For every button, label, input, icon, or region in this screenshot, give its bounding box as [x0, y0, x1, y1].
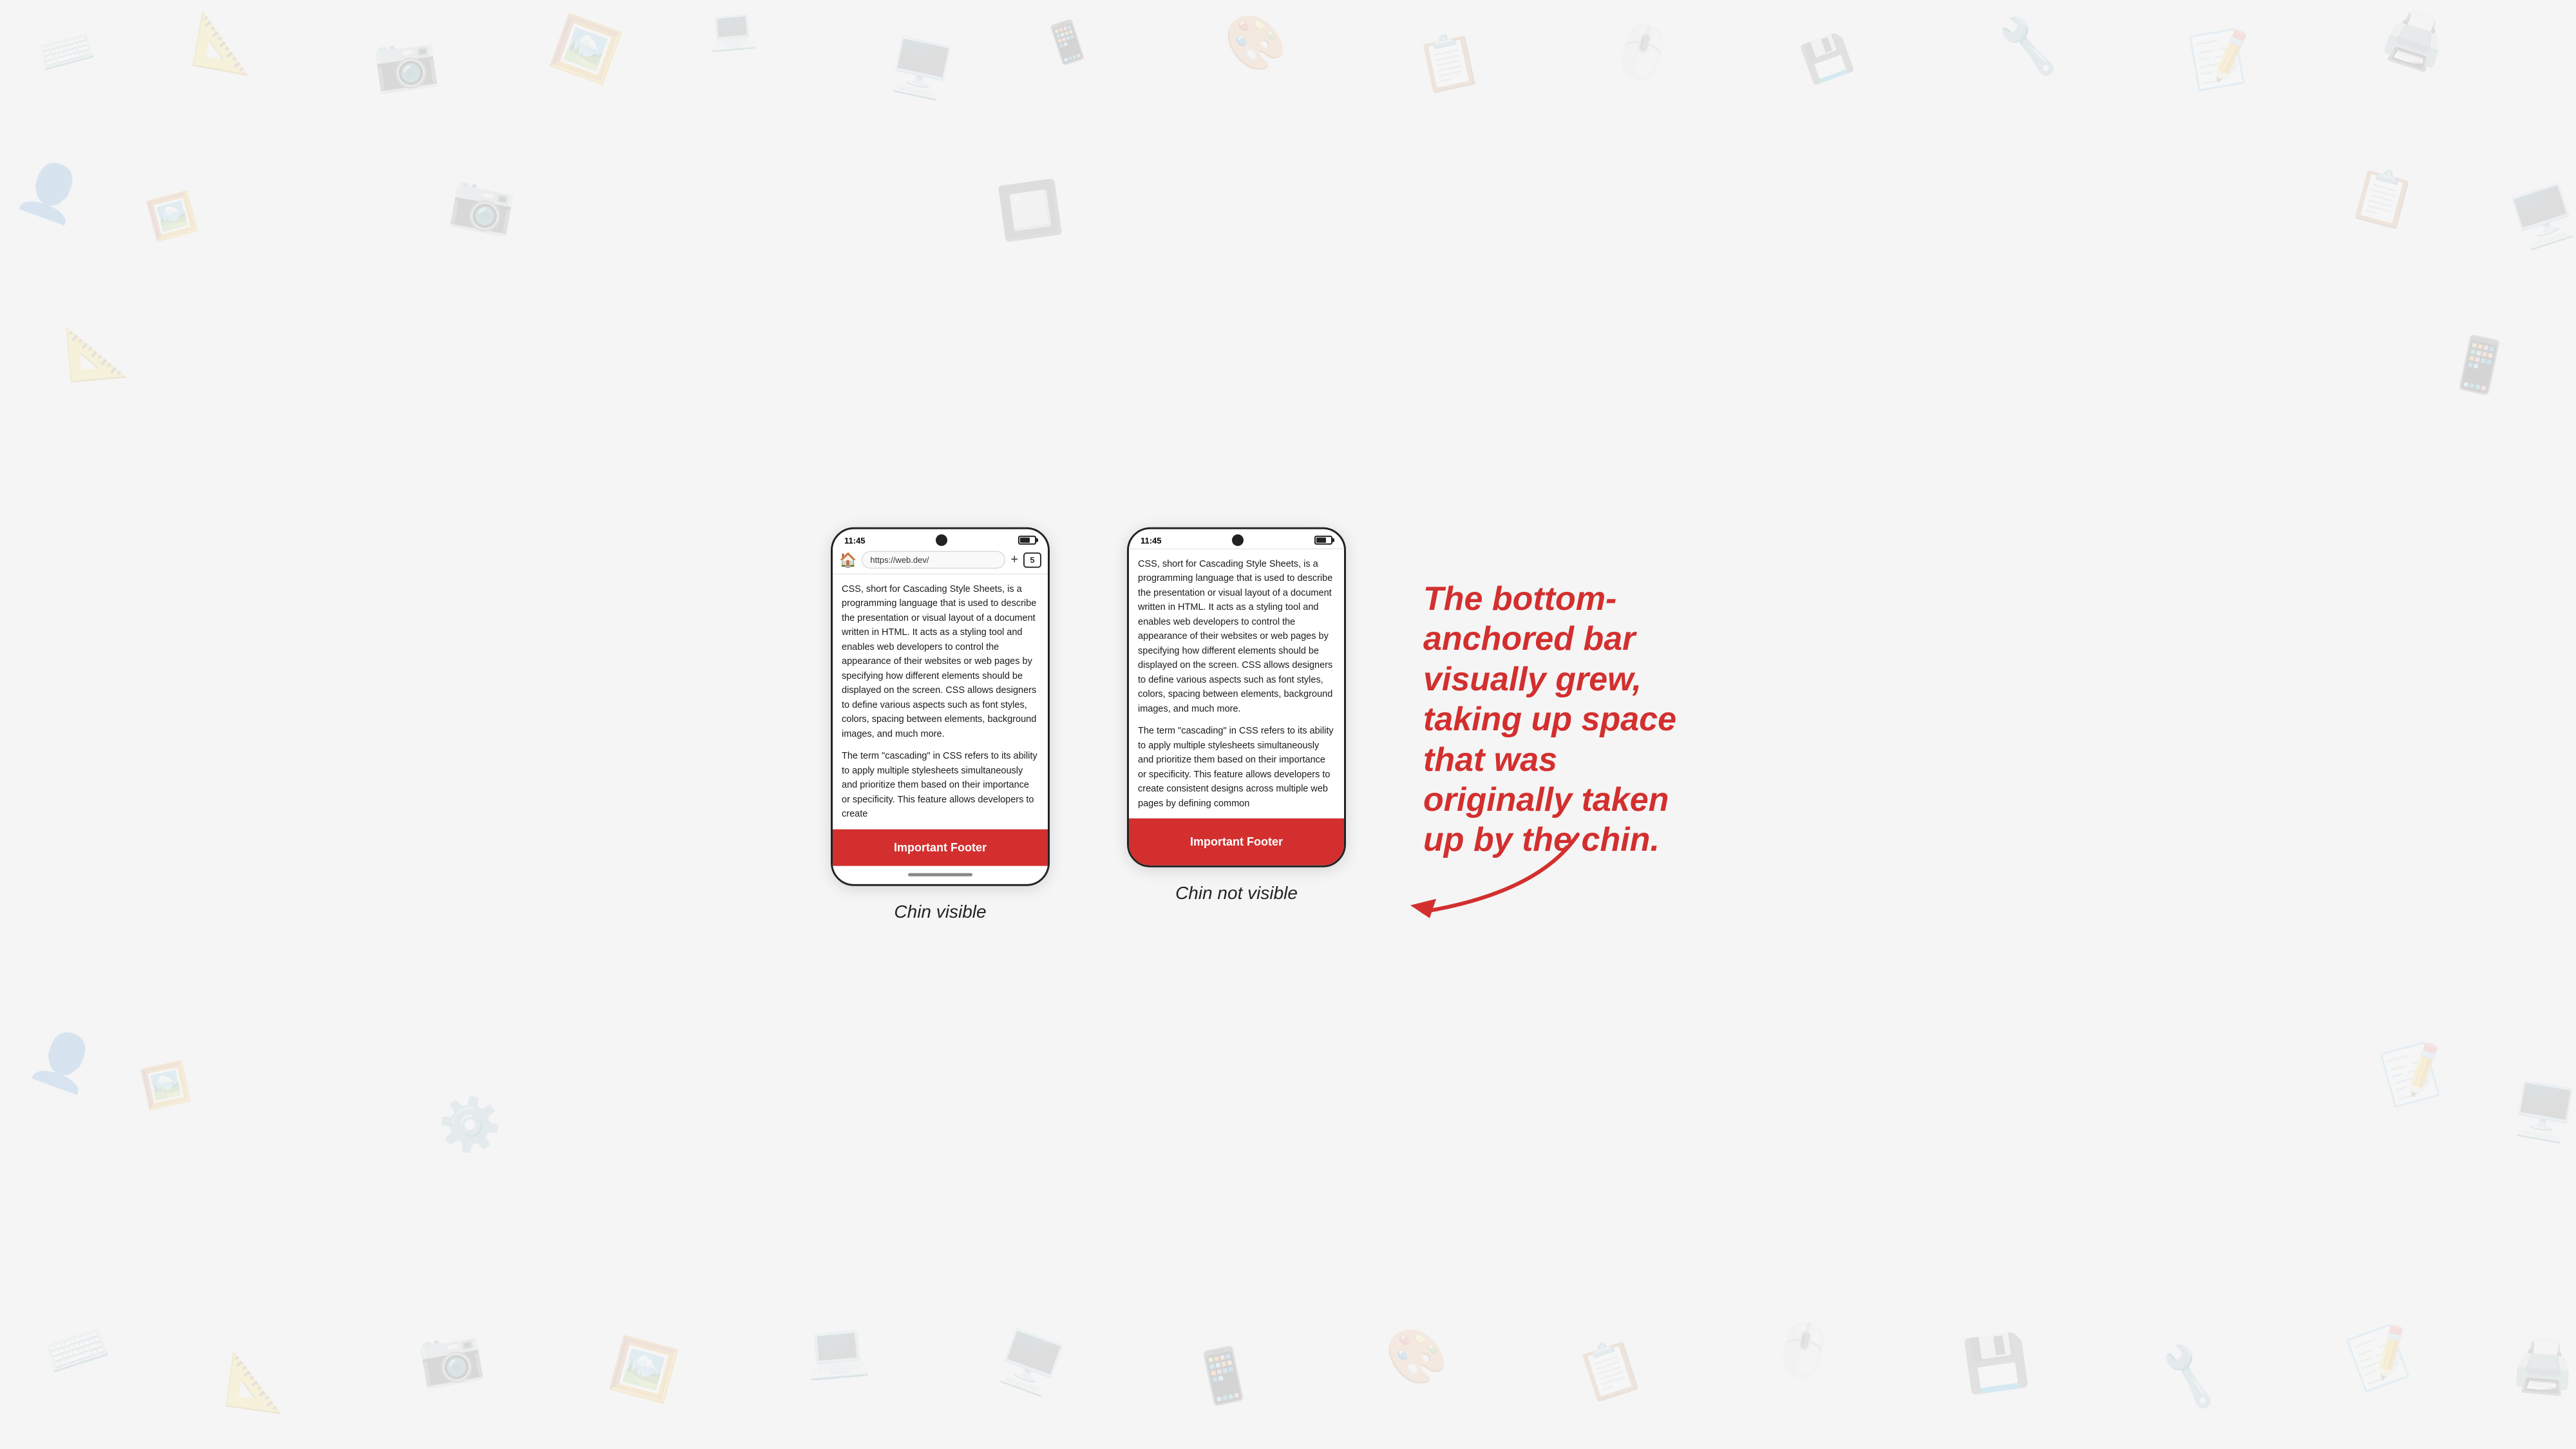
phone2-paragraph-1: CSS, short for Cascading Style Sheets, i… [1138, 557, 1335, 716]
bg-icon-18: 🔲 [994, 176, 1066, 245]
bg-icon-16: 🖼️ [143, 188, 202, 245]
phone1-url-text: https://web.dev/ [870, 555, 929, 565]
bg-icon-26: 📝 [2376, 1036, 2454, 1112]
phone1-tab-count[interactable]: 5 [1023, 552, 1041, 567]
bg-icon-3: 📷 [370, 28, 442, 97]
bg-icon-11: 💾 [1797, 28, 1857, 88]
bg-icon-14: 🖨️ [2375, 1, 2455, 79]
bg-icon-29: 📐 [222, 1349, 294, 1417]
bg-icon-1: ⌨️ [33, 19, 100, 85]
phone1-paragraph-2: The term "cascading" in CSS refers to it… [842, 749, 1039, 821]
phone2-content: CSS, short for Cascading Style Sheets, i… [1129, 549, 1344, 819]
bg-icon-23: 👤 [24, 1021, 105, 1100]
bg-icon-10: 🖱️ [1604, 15, 1681, 91]
bg-icon-2: 📐 [189, 8, 262, 79]
bg-icon-22: 📱 [2441, 329, 2517, 402]
annotation-text: The bottom- anchored bar visually grew, … [1423, 579, 1676, 860]
phone2-status-bar: 11:45 [1129, 529, 1344, 549]
annotation-line6: originally taken [1423, 781, 1669, 819]
bg-icon-8: 🎨 [1220, 9, 1292, 78]
bg-icon-7: 📱 [1037, 13, 1097, 71]
phone1-home-icon[interactable]: 🏠 [839, 551, 857, 568]
phone2-time: 11:45 [1141, 535, 1162, 545]
phone1-battery-icon [1018, 536, 1036, 545]
phone1-add-tab-icon[interactable]: + [1010, 553, 1018, 567]
bg-icon-4: 🖼️ [545, 10, 627, 89]
phone2-camera [1232, 535, 1244, 546]
annotation-area: The bottom- anchored bar visually grew, … [1423, 579, 1745, 860]
bg-icon-12: 🔧 [1994, 14, 2063, 79]
bg-icon-36: 📋 [1570, 1331, 1650, 1408]
bg-icon-28: ⌨️ [37, 1312, 117, 1389]
annotation-line5: that was [1423, 741, 1557, 778]
bg-icon-20: 🖥️ [2504, 178, 2576, 256]
phone1-label: Chin visible [894, 901, 986, 922]
phone2-label: Chin not visible [1175, 883, 1298, 904]
phone1-battery [1018, 536, 1036, 545]
bg-icon-5: 💻 [706, 5, 759, 54]
phone1-status-bar: 11:45 [833, 529, 1048, 549]
phone1-address-bar-row[interactable]: 🏠 https://web.dev/ + 5 [833, 549, 1048, 574]
bg-icon-30: 📷 [414, 1321, 488, 1392]
bg-icon-37: 🖱️ [1765, 1314, 1841, 1387]
bg-icon-41: 🖨️ [2509, 1334, 2576, 1399]
phone1-footer[interactable]: Important Footer [833, 829, 1048, 866]
annotation-line2: anchored bar [1423, 620, 1635, 658]
bg-icon-35: 🎨 [1381, 1323, 1452, 1390]
bg-icon-25: ⚙️ [434, 1091, 506, 1160]
main-content: 11:45 🏠 https://web.dev/ + 5 [831, 527, 1745, 922]
bg-icon-17: 📷 [446, 169, 520, 240]
bg-icon-13: 📝 [2185, 24, 2259, 95]
bg-icon-6: 🖥️ [883, 33, 958, 106]
phone1-battery-fill [1020, 538, 1030, 543]
phone1-wrapper: 11:45 🏠 https://web.dev/ + 5 [831, 527, 1050, 922]
bg-icon-31: 🖼️ [605, 1332, 683, 1408]
phone1-mockup: 11:45 🏠 https://web.dev/ + 5 [831, 527, 1050, 886]
bg-icon-27: 🖥️ [2507, 1077, 2576, 1148]
bg-icon-38: 💾 [1960, 1329, 2032, 1398]
annotation-line1: The bottom- [1423, 580, 1616, 618]
phone2-wrapper: 11:45 CSS, short for Cascading Style She… [1127, 527, 1346, 904]
phone1-chin [833, 866, 1048, 884]
bg-icon-34: 📱 [1186, 1340, 1261, 1413]
phone2-footer[interactable]: Important Footer [1129, 819, 1344, 866]
phone2-paragraph-2: The term "cascading" in CSS refers to it… [1138, 724, 1335, 811]
annotation-line3: visually grew, [1423, 661, 1642, 698]
phone1-url-bar[interactable]: https://web.dev/ [862, 551, 1005, 569]
phone2-battery-icon [1314, 536, 1332, 545]
phone2-mockup: 11:45 CSS, short for Cascading Style She… [1127, 527, 1346, 867]
bg-icon-40: 📝 [2342, 1318, 2423, 1396]
bg-icon-24: 🖼️ [137, 1058, 194, 1113]
phone2-battery-fill [1316, 538, 1326, 543]
bg-icon-33: 🖥️ [990, 1324, 1071, 1403]
bg-icon-15: 👤 [11, 152, 92, 231]
phone1-camera [936, 535, 947, 546]
bg-icon-19: 📋 [2344, 160, 2422, 236]
bg-icon-9: 📋 [1411, 26, 1486, 99]
phone2-battery [1314, 536, 1332, 545]
annotation-line4: taking up space [1423, 701, 1676, 738]
bg-icon-32: 💻 [802, 1318, 871, 1383]
phone1-content: CSS, short for Cascading Style Sheets, i… [833, 574, 1048, 829]
phone1-paragraph-1: CSS, short for Cascading Style Sheets, i… [842, 582, 1039, 741]
bg-icon-21: 📐 [62, 319, 131, 385]
phone1-time: 11:45 [844, 535, 866, 545]
bg-icon-39: 🔧 [2151, 1339, 2229, 1414]
phone1-chin-bar [908, 873, 972, 876]
annotation-arrow [1385, 821, 1604, 924]
